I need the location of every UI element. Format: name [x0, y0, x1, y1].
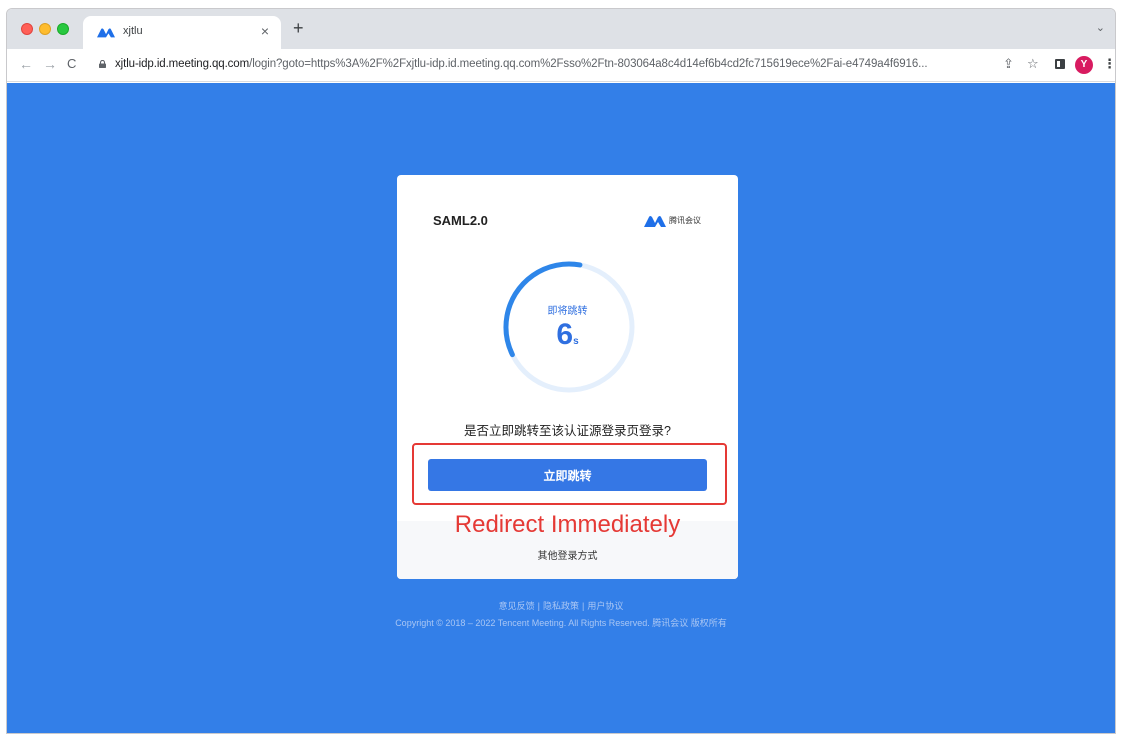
maximize-window-button[interactable]: [57, 23, 69, 35]
side-panel-icon[interactable]: [1055, 59, 1065, 69]
login-card: SAML2.0 腾讯会议 即将跳转 6s 是否立即跳转至该认证源登录页登录? 立…: [397, 175, 738, 579]
annotation-label: Redirect Immediately: [454, 511, 681, 538]
tab-close-icon[interactable]: ×: [261, 23, 269, 39]
profile-avatar[interactable]: Y: [1075, 56, 1093, 74]
page-content: SAML2.0 腾讯会议 即将跳转 6s 是否立即跳转至该认证源登录页登录? 立…: [7, 83, 1115, 733]
url-text[interactable]: xjtlu-idp.id.meeting.qq.com/login?goto=h…: [115, 58, 928, 70]
tencent-meeting-icon: [97, 28, 115, 38]
countdown: 6s: [397, 318, 738, 352]
star-icon[interactable]: ☆: [1027, 55, 1039, 73]
back-arrow-icon[interactable]: ←: [19, 56, 33, 72]
countdown-value: 6: [556, 318, 574, 351]
redirect-question: 是否立即跳转至该认证源登录页登录?: [464, 424, 671, 438]
tencent-meeting-logo: [644, 216, 666, 227]
privacy-policy-link[interactable]: 隐私政策: [543, 601, 579, 611]
forward-arrow-icon[interactable]: →: [43, 56, 57, 72]
close-window-button[interactable]: [21, 23, 33, 35]
redirect-now-button[interactable]: 立即跳转: [428, 459, 707, 491]
footer-separator: |: [537, 601, 540, 611]
copyright-text: Copyright © 2018 – 2022 Tencent Meeting.…: [395, 618, 727, 628]
tab-strip: xjtlu × + ⌄: [7, 9, 1115, 49]
new-tab-button[interactable]: +: [293, 18, 304, 38]
address-bar[interactable]: xjtlu-idp.id.meeting.qq.com/login?goto=h…: [91, 53, 991, 77]
kebab-menu-icon[interactable]: ⋮: [1103, 55, 1115, 73]
browser-window: xjtlu × + ⌄ ← → C xjtlu-idp.id.meeting.q…: [6, 8, 1116, 734]
minimize-window-button[interactable]: [39, 23, 51, 35]
browser-toolbar: ← → C xjtlu-idp.id.meeting.qq.com/login?…: [7, 49, 1115, 82]
user-agreement-link[interactable]: 用户协议: [587, 601, 623, 611]
tab-title: xjtlu: [123, 25, 143, 37]
other-login-link[interactable]: 其他登录方式: [397, 547, 738, 562]
share-icon[interactable]: ⇪: [1003, 55, 1014, 73]
feedback-link[interactable]: 意见反馈: [499, 601, 535, 611]
reload-icon[interactable]: C: [67, 56, 76, 72]
url-path: /login?goto=https%3A%2F%2Fxjtlu-idp.id.m…: [249, 58, 928, 70]
brand-name: 腾讯会议: [669, 216, 701, 225]
footer-links: 意见反馈 | 隐私政策 | 用户协议: [7, 599, 1115, 612]
tab-search-icon[interactable]: ⌄: [1096, 21, 1105, 34]
redirect-caption: 即将跳转: [547, 306, 588, 317]
card-title: SAML2.0: [433, 213, 488, 228]
browser-tab[interactable]: xjtlu ×: [83, 16, 281, 49]
countdown-unit: s: [573, 336, 579, 347]
lock-icon[interactable]: [99, 60, 106, 68]
url-host: xjtlu-idp.id.meeting.qq.com: [115, 58, 250, 70]
